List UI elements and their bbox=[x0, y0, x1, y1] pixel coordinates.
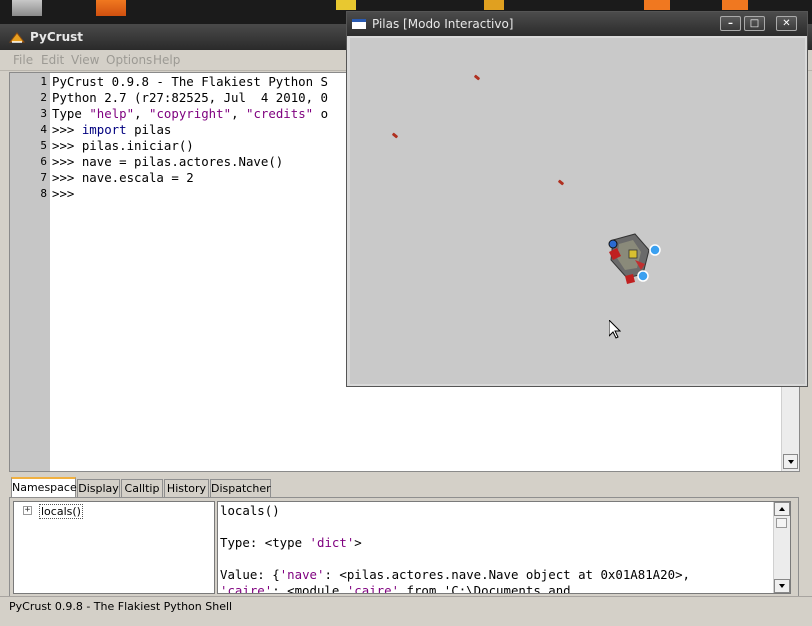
desktop-folder-icon[interactable] bbox=[336, 0, 356, 10]
tab-display[interactable]: Display bbox=[77, 479, 120, 497]
pilas-title-bar[interactable]: Pilas [Modo Interactivo] – □ ✕ bbox=[347, 12, 807, 36]
bullet-sprite bbox=[391, 132, 399, 139]
scroll-up-button[interactable] bbox=[774, 502, 790, 516]
menu-help[interactable]: Help bbox=[153, 53, 180, 67]
desktop-vlc-icon[interactable] bbox=[96, 0, 126, 16]
pilas-window: Pilas [Modo Interactivo] – □ ✕ bbox=[346, 11, 808, 387]
code-line: >>> import pilas bbox=[52, 122, 172, 137]
code-line: >>> nave = pilas.actores.Nave() bbox=[52, 154, 284, 169]
pycrust-title: PyCrust bbox=[30, 30, 83, 44]
desktop-shortcut-icon[interactable] bbox=[12, 0, 42, 16]
game-canvas[interactable] bbox=[350, 38, 805, 384]
line-number: 4 bbox=[40, 123, 47, 136]
desktop-vlc-icon[interactable] bbox=[722, 0, 748, 10]
expand-icon[interactable]: + bbox=[23, 506, 32, 515]
detail-scrollbar[interactable] bbox=[773, 502, 790, 593]
tab-history[interactable]: History bbox=[164, 479, 209, 497]
namespace-detail[interactable]: locals() Type: <type 'dict'> Value: {'na… bbox=[217, 501, 791, 594]
detail-line: Type: <type 'dict'> bbox=[220, 535, 362, 550]
maximize-button[interactable]: □ bbox=[744, 16, 765, 31]
scroll-down-button[interactable] bbox=[783, 454, 798, 469]
code-line: Python 2.7 (r27:82525, Jul 4 2010, 0 bbox=[52, 90, 329, 105]
line-number: 6 bbox=[40, 155, 47, 168]
code-line: >>> nave.escala = 2 bbox=[52, 170, 194, 185]
namespace-panel: + locals() locals() Type: <type 'dict'> … bbox=[9, 497, 799, 597]
minimize-button[interactable]: – bbox=[720, 16, 741, 31]
line-number: 3 bbox=[40, 107, 47, 120]
menu-view[interactable]: View bbox=[71, 53, 99, 67]
line-number: 2 bbox=[40, 91, 47, 104]
bullet-sprite bbox=[557, 179, 565, 186]
status-bar: PyCrust 0.9.8 - The Flakiest Python Shel… bbox=[0, 596, 812, 619]
tab-dispatcher[interactable]: Dispatcher bbox=[210, 479, 271, 497]
window-icon bbox=[352, 19, 366, 29]
pycrust-app-icon bbox=[9, 32, 25, 43]
code-line: >>> bbox=[52, 186, 82, 201]
desktop-vlc-icon[interactable] bbox=[644, 0, 670, 10]
detail-line: Value: {'nave': <pilas.actores.nave.Nave… bbox=[220, 567, 690, 582]
menu-file[interactable]: File bbox=[13, 53, 33, 67]
namespace-tree[interactable]: + locals() bbox=[13, 501, 215, 594]
spaceship-sprite bbox=[608, 233, 661, 284]
mouse-cursor-icon bbox=[609, 320, 621, 339]
status-text: PyCrust 0.9.8 - The Flakiest Python Shel… bbox=[9, 600, 233, 613]
code-line: >>> pilas.iniciar() bbox=[52, 138, 194, 153]
tree-item-locals[interactable]: locals() bbox=[39, 504, 83, 519]
pilas-title: Pilas [Modo Interactivo] bbox=[372, 17, 514, 31]
detail-line: locals() bbox=[220, 503, 280, 518]
menu-options[interactable]: Options bbox=[106, 53, 152, 67]
tab-calltip[interactable]: Calltip bbox=[121, 479, 163, 497]
line-number-gutter: 1 2 3 4 5 6 7 8 bbox=[10, 73, 50, 471]
menu-edit[interactable]: Edit bbox=[41, 53, 64, 67]
scroll-thumb[interactable] bbox=[776, 518, 787, 528]
line-number: 8 bbox=[40, 187, 47, 200]
desktop-app-icon[interactable] bbox=[484, 0, 504, 10]
scroll-down-button[interactable] bbox=[774, 579, 790, 593]
line-number: 1 bbox=[40, 75, 47, 88]
code-line: PyCrust 0.9.8 - The Flakiest Python S bbox=[52, 74, 329, 89]
line-number: 7 bbox=[40, 171, 47, 184]
close-button[interactable]: ✕ bbox=[776, 16, 797, 31]
detail-line: 'caire': <module 'caire' from 'C:\Docume… bbox=[220, 583, 571, 594]
tab-namespace[interactable]: Namespace bbox=[11, 477, 77, 498]
code-line: Type "help", "copyright", "credits" o bbox=[52, 106, 329, 121]
bullet-sprite bbox=[473, 74, 481, 81]
line-number: 5 bbox=[40, 139, 47, 152]
